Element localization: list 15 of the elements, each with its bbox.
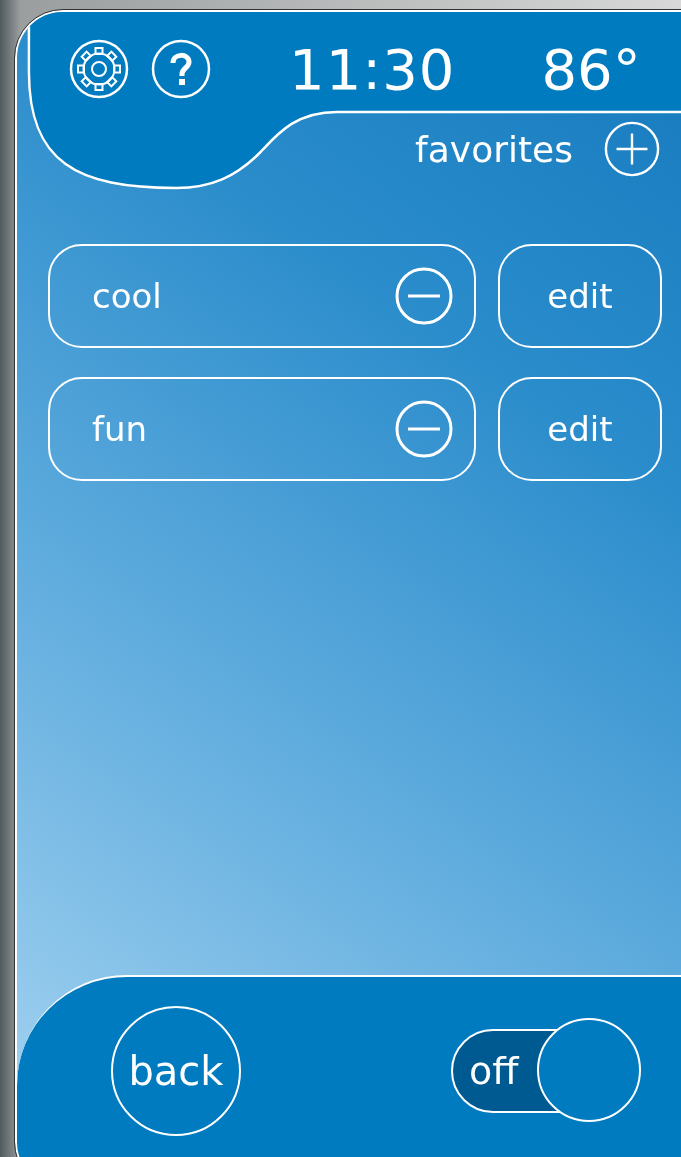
edit-button[interactable]: edit: [498, 377, 662, 481]
settings-icon[interactable]: [69, 39, 129, 99]
back-button[interactable]: back: [111, 1006, 241, 1136]
edit-button[interactable]: edit: [498, 244, 662, 348]
favorites-title: favorites: [415, 128, 573, 170]
remove-icon[interactable]: [394, 266, 454, 326]
favorite-name: fun: [92, 409, 148, 449]
add-icon[interactable]: [603, 120, 661, 178]
favorite-item[interactable]: fun: [48, 377, 476, 481]
help-icon[interactable]: [151, 39, 211, 99]
favorite-name: cool: [92, 276, 162, 316]
remove-icon[interactable]: [394, 399, 454, 459]
temperature: 86°: [541, 36, 641, 102]
favorite-item[interactable]: cool: [48, 244, 476, 348]
clock-time: 11:30: [289, 36, 456, 102]
